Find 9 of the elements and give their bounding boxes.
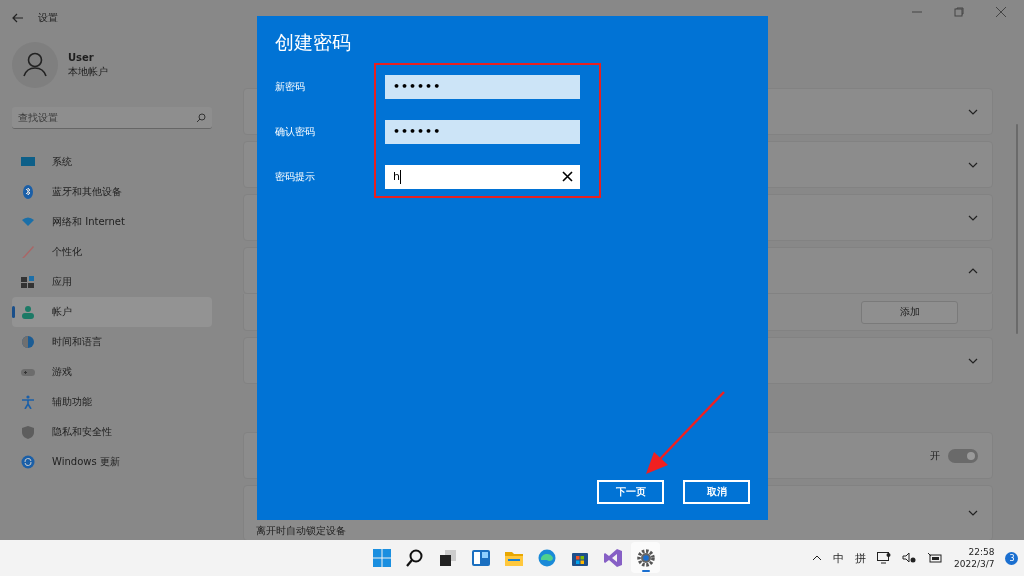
account-type: 本地帐户 xyxy=(68,64,108,79)
field-label: 确认密码 xyxy=(275,124,316,139)
toggle-state: 开 xyxy=(930,448,940,463)
window-title: 设置 xyxy=(38,11,58,25)
dialog-title: 创建密码 xyxy=(275,30,352,55)
field-label: 新密码 xyxy=(275,79,306,94)
user-name: User xyxy=(68,51,95,63)
field-label: 密码提示 xyxy=(275,169,316,184)
card-description: 离开时自动锁定设备 xyxy=(256,524,346,538)
